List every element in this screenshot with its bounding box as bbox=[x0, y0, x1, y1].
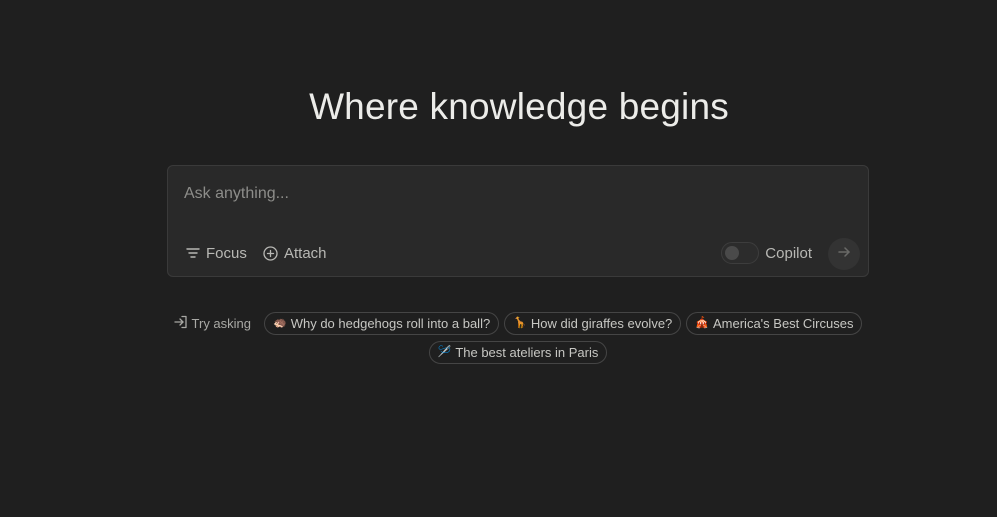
circus-tent-icon: 🎪 bbox=[695, 317, 709, 329]
suggestion-text: Why do hedgehogs roll into a ball? bbox=[290, 316, 491, 331]
arrow-right-icon bbox=[837, 245, 851, 264]
hedgehog-icon: 🦔 bbox=[273, 317, 287, 329]
search-box: Focus Attach Copilot bbox=[167, 165, 869, 277]
plus-circle-icon bbox=[263, 245, 278, 261]
giraffe-icon: 🦒 bbox=[513, 317, 527, 329]
submit-button[interactable] bbox=[828, 238, 860, 270]
copilot-control: Copilot bbox=[721, 242, 812, 264]
suggestion-chip-circuses[interactable]: 🎪 America's Best Circuses bbox=[686, 312, 863, 335]
suggestions: Try asking 🦔 Why do hedgehogs roll into … bbox=[167, 311, 869, 365]
try-asking: Try asking bbox=[173, 315, 252, 332]
copilot-toggle[interactable] bbox=[721, 242, 760, 264]
suggestions-row-2: 🪡 The best ateliers in Paris bbox=[167, 340, 869, 365]
suggestion-text: America's Best Circuses bbox=[713, 316, 854, 331]
suggestions-row-1: Try asking 🦔 Why do hedgehogs roll into … bbox=[167, 311, 869, 336]
search-input[interactable] bbox=[184, 180, 844, 208]
focus-button[interactable]: Focus bbox=[186, 242, 247, 264]
home-page: Where knowledge begins Focus Att bbox=[0, 0, 997, 517]
suggestion-chip-hedgehogs[interactable]: 🦔 Why do hedgehogs roll into a ball? bbox=[264, 312, 500, 335]
page-headline: Where knowledge begins bbox=[309, 86, 729, 127]
copilot-label: Copilot bbox=[765, 244, 812, 262]
arrow-into-icon bbox=[173, 315, 188, 332]
try-asking-label: Try asking bbox=[191, 316, 252, 331]
needle-icon: 🪡 bbox=[437, 346, 452, 358]
filter-icon bbox=[186, 246, 200, 260]
attach-button[interactable]: Attach bbox=[263, 242, 327, 264]
suggestion-text: How did giraffes evolve? bbox=[530, 316, 673, 331]
suggestion-text: The best ateliers in Paris bbox=[455, 345, 599, 360]
toggle-knob bbox=[725, 246, 740, 260]
attach-label: Attach bbox=[284, 244, 327, 262]
focus-label: Focus bbox=[206, 244, 247, 262]
suggestion-chip-ateliers[interactable]: 🪡 The best ateliers in Paris bbox=[428, 341, 608, 364]
suggestion-chip-giraffes[interactable]: 🦒 How did giraffes evolve? bbox=[504, 312, 682, 335]
